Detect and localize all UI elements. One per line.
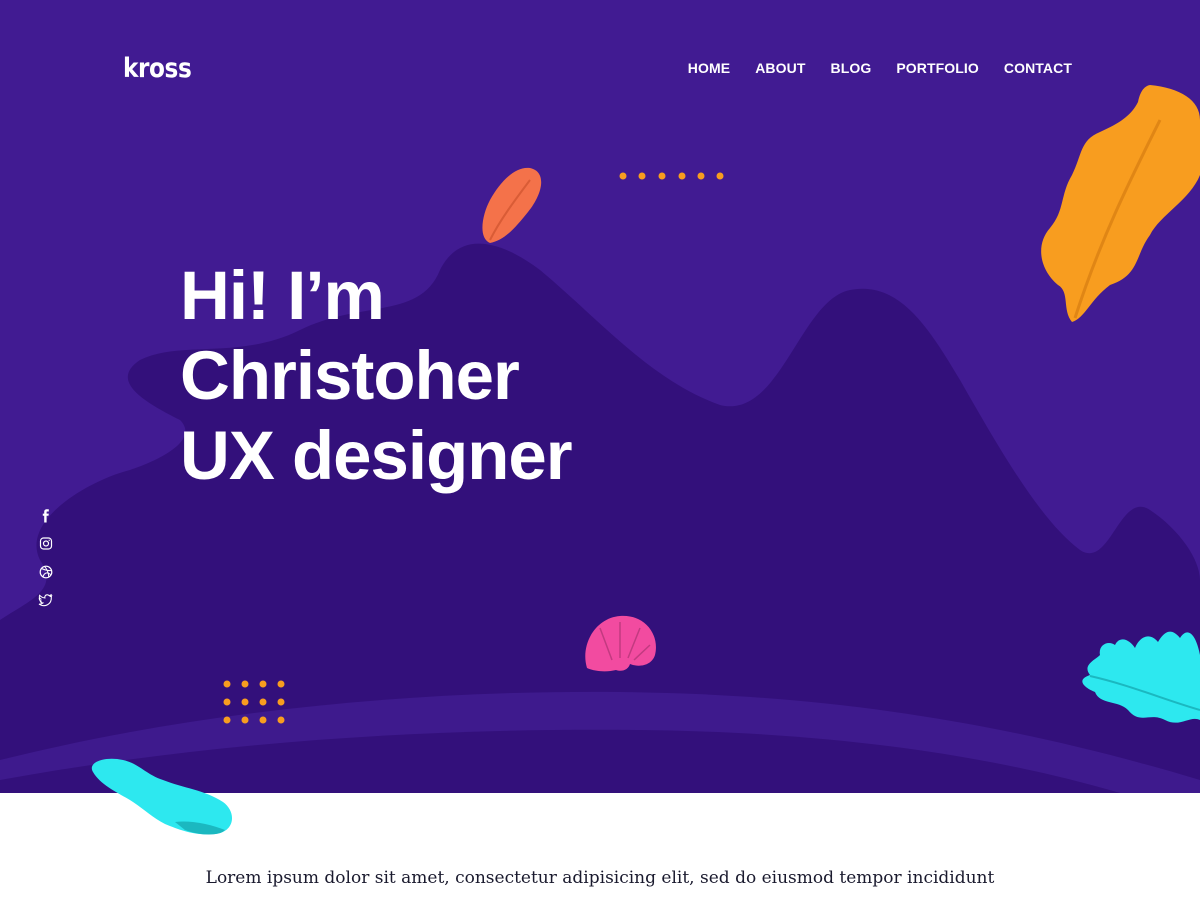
nav-item-about: ABOUT [755,60,805,78]
nav-item-blog: BLOG [830,60,871,78]
twitter-link[interactable] [36,592,56,608]
instagram-link[interactable] [36,536,56,552]
hero-headline-line-1: Hi! I’m [180,257,385,334]
nav-item-portfolio: PORTFOLIO [896,60,979,78]
dribbble-link[interactable] [36,564,56,580]
main-navigation: HOME ABOUT BLOG PORTFOLIO CONTACT [688,60,1072,78]
hero-section: kross HOME ABOUT BLOG PORTFOLIO CONTACT … [0,0,1200,793]
orange-leaf-illustration [1041,85,1200,322]
orange-dots-row [619,172,724,180]
nav-link-portfolio[interactable]: PORTFOLIO [896,60,979,76]
site-logo[interactable]: kross [123,52,192,86]
nav-item-contact: CONTACT [1004,60,1072,78]
cyan-blob-illustration [91,758,233,835]
hero-headline-line-2: Christoher [180,337,520,414]
dribbble-icon [39,565,53,579]
nav-link-blog[interactable]: BLOG [830,60,871,76]
nav-item-home: HOME [688,60,730,78]
intro-paragraph: Lorem ipsum dolor sit amet, consectetur … [205,868,995,888]
nav-link-home[interactable]: HOME [688,60,730,76]
social-links [36,508,56,608]
hero-headline: Hi! I’m Christoher UX designer [180,256,740,496]
twitter-icon [38,593,53,607]
nav-link-about[interactable]: ABOUT [755,60,805,76]
facebook-link[interactable] [36,508,56,524]
nav-link-contact[interactable]: CONTACT [1004,60,1072,76]
instagram-icon [39,537,53,550]
coral-leaf-illustration [482,167,542,243]
hero-headline-line-3: UX designer [180,417,573,494]
facebook-icon [42,509,49,523]
